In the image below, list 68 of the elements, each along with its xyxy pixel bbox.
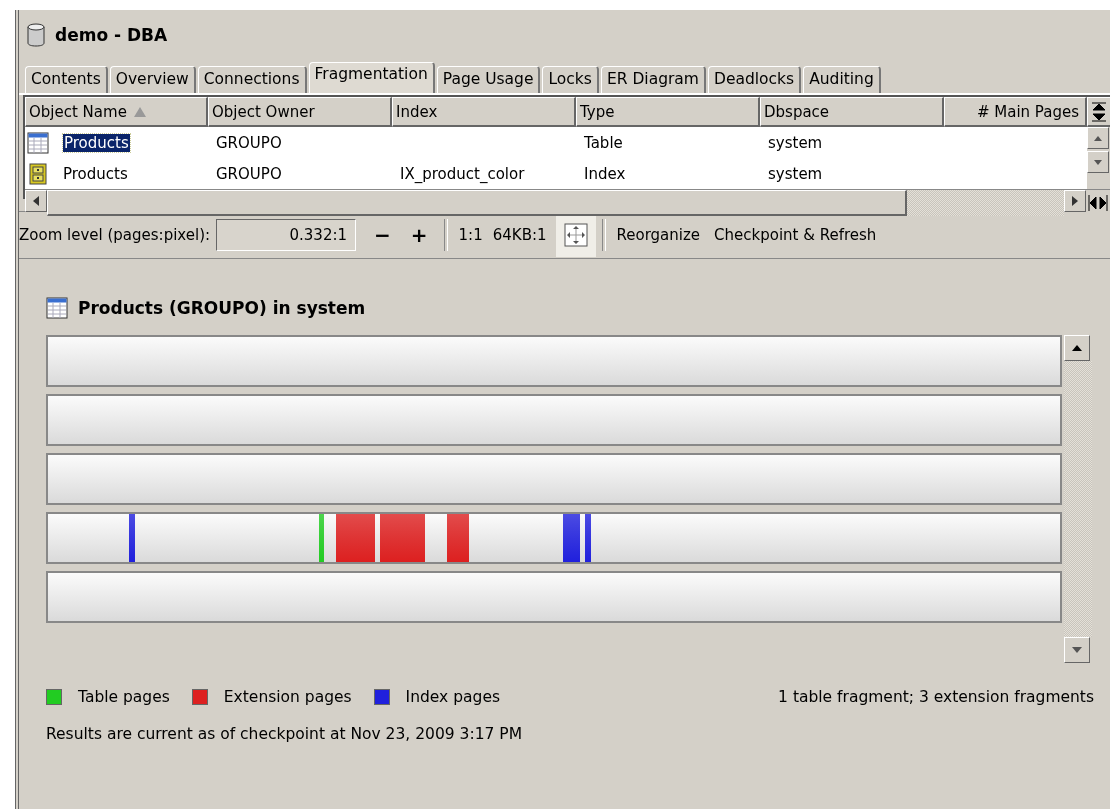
expand-horizontal-icon [1088,194,1108,212]
legend-label: Table pages [78,688,170,706]
column-header[interactable]: Index [392,97,576,127]
database-icon [27,23,45,47]
down-arrow-icon [1094,159,1102,165]
scroll-down-button[interactable] [1087,151,1109,173]
table-cell: GROUPO [216,164,282,183]
table-cell: GROUPO [216,133,282,152]
up-arrow-icon [1072,345,1082,351]
tab[interactable]: Overview [109,66,196,93]
zoom-level-label: Zoom level (pages:pixel): [19,226,211,244]
map-title: Products (GROUPO) in system [78,298,366,318]
scale-button[interactable]: 64KB:1 [487,222,552,248]
column-header[interactable]: Object Name [25,97,208,127]
table-cell: IX_product_color [400,164,525,183]
file-cabinet-icon [27,162,49,185]
zoom-level-field[interactable]: 0.332:1 [216,219,357,251]
scrollbar-thumb[interactable] [47,190,907,216]
zoom-in-button[interactable]: + [400,219,438,251]
tab[interactable]: Deadlocks [707,66,802,93]
index-page-segment [129,514,135,562]
column-resize-button[interactable] [1087,97,1110,127]
scale-button[interactable]: 1:1 [453,222,488,248]
action-link[interactable]: Reorganize [611,222,706,248]
zoom-out-button[interactable]: − [364,219,401,251]
tab[interactable]: Connections [197,66,307,93]
fragment-summary: 1 table fragment; 3 extension fragments [778,688,1094,706]
down-arrow-icon [1072,647,1082,653]
table-page-segment [319,514,324,562]
up-arrow-icon [1094,135,1102,141]
legend-label: Index pages [405,688,500,706]
column-header[interactable]: Object Owner [208,97,392,127]
table-icon [27,131,49,154]
action-link[interactable]: Checkpoint & Refresh [709,222,882,248]
window-title: demo - DBA [55,25,168,45]
scroll-up-button[interactable] [1087,127,1109,149]
tab[interactable]: Locks [542,66,599,93]
left-arrow-icon [33,196,39,206]
legend-label: Extension pages [223,688,352,706]
move-arrows-icon [563,223,588,247]
extension-page-segment [447,514,469,562]
table-cell[interactable]: Products [63,133,130,152]
table-cell: Index [584,164,626,183]
expand-vertical-icon [1091,101,1107,122]
table-icon [46,297,68,319]
tab[interactable]: Page Usage [436,66,541,93]
scroll-down-button[interactable] [1064,637,1090,663]
scroll-up-button[interactable] [1064,335,1090,361]
table-cell[interactable]: Products [63,164,128,183]
column-header[interactable]: Dbspace [760,97,944,127]
tab[interactable]: Contents [25,66,108,93]
index-page-segment [563,514,580,562]
fit-to-window-button[interactable] [555,213,596,257]
extension-page-segment [380,514,425,562]
column-header[interactable]: Type [576,97,760,127]
extension-page-segment [336,514,375,562]
table-cell: system [768,133,823,152]
right-arrow-icon [1072,196,1078,206]
scroll-left-button[interactable] [25,190,47,212]
table-cell: system [768,164,823,183]
table-cell: Table [584,133,623,152]
tab[interactable]: Auditing [803,66,881,93]
tab[interactable]: ER Diagram [600,66,706,93]
column-header[interactable]: # Main Pages [944,97,1087,127]
scroll-right-button[interactable] [1064,190,1086,212]
status-text: Results are current as of checkpoint at Nov 23, 2009 3:17 PM [46,725,524,743]
tab[interactable]: Fragmentation [308,62,435,93]
index-page-segment [585,514,591,562]
